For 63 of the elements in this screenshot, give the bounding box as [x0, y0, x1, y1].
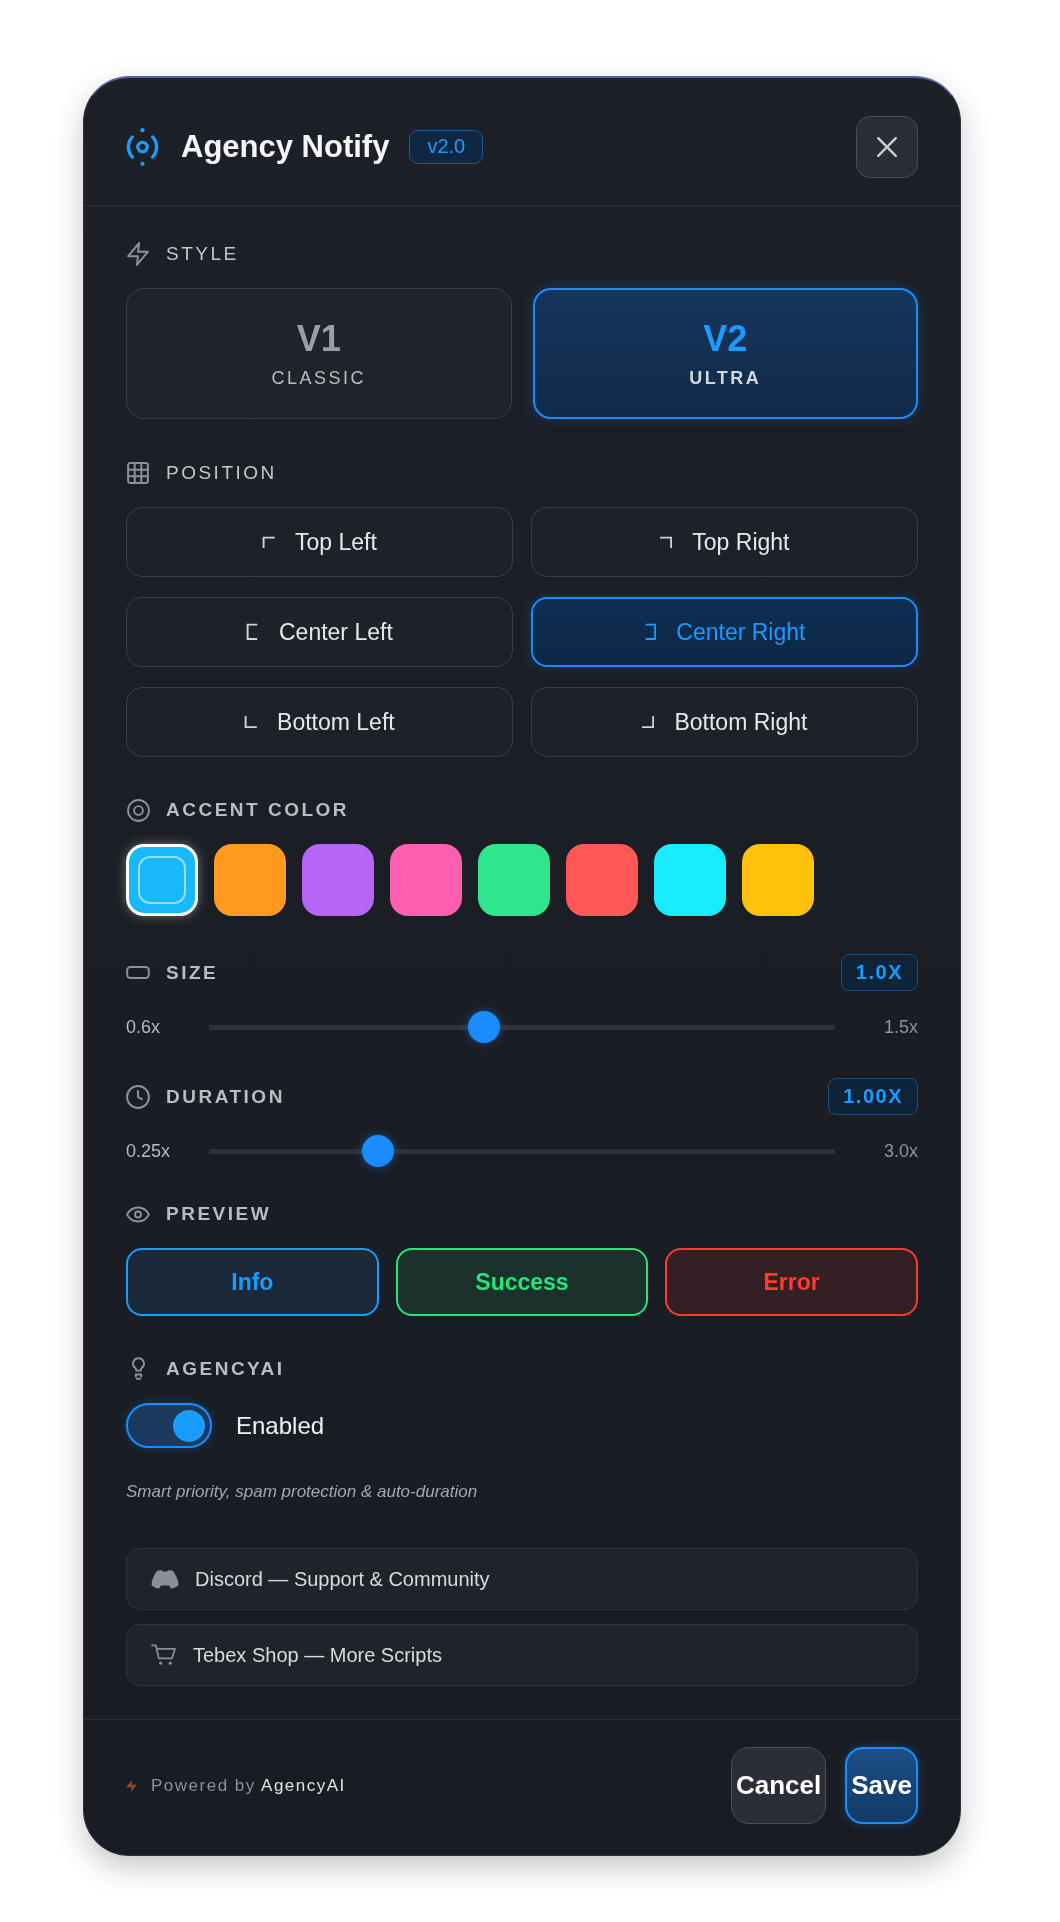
slider-thumb[interactable]	[362, 1135, 394, 1167]
value-badge: 1.0X	[840, 954, 918, 991]
value-badge: 1.00X	[828, 1078, 918, 1115]
position-option[interactable]: Center Left	[126, 597, 513, 667]
min-label: 0.25x	[126, 1140, 172, 1162]
slider-thumb[interactable]	[468, 1011, 501, 1043]
style-option[interactable]: V1 CLASSIC	[126, 288, 512, 419]
position-option[interactable]: Top Left	[126, 507, 513, 577]
clock-icon	[126, 1084, 150, 1109]
section-label: AGENCYAI	[166, 1357, 285, 1381]
save-button[interactable]: Save	[845, 1747, 918, 1824]
link-button[interactable]: Discord — Support & Community	[126, 1548, 918, 1610]
style-option[interactable]: V2 ULTRA	[532, 288, 918, 419]
preview-button[interactable]: Success	[395, 1248, 649, 1316]
section-label: ACCENT COLOR	[166, 798, 350, 822]
bolt-icon	[127, 242, 149, 266]
corner-icon	[659, 535, 673, 549]
link-button[interactable]: Tebex Shop — More Scripts	[126, 1624, 918, 1686]
max-label: 3.0x	[882, 1140, 918, 1162]
corner-icon	[244, 715, 258, 729]
section-label: PREVIEW	[166, 1202, 272, 1226]
color-swatch-icon[interactable]	[654, 844, 726, 916]
cart-icon	[151, 1644, 177, 1666]
toggle-label: Enabled	[236, 1411, 325, 1440]
preview-button[interactable]: Error	[665, 1248, 918, 1316]
target-icon	[126, 798, 150, 822]
color-swatch-icon[interactable]	[566, 844, 638, 916]
corner-icon	[262, 535, 275, 549]
cancel-button[interactable]: Cancel	[731, 1747, 827, 1824]
broadcast-icon	[126, 127, 159, 166]
preview-button[interactable]: Info	[126, 1248, 379, 1316]
bracket-icon	[246, 623, 259, 641]
gamepad-icon	[151, 1569, 179, 1589]
position-option[interactable]: Bottom Left	[126, 687, 513, 757]
section-label: POSITION	[166, 461, 277, 485]
color-swatch-icon[interactable]	[742, 844, 814, 916]
max-label: 1.5x	[882, 1016, 918, 1038]
app-title: Agency Notify	[181, 128, 390, 165]
section-label: SIZE	[166, 960, 219, 985]
eye-icon	[126, 1205, 150, 1223]
color-swatch-icon[interactable]	[126, 844, 198, 916]
color-swatch-icon[interactable]	[214, 844, 286, 916]
lightbulb-icon	[131, 1357, 145, 1381]
close-icon	[876, 135, 898, 158]
grid-icon	[127, 462, 149, 484]
position-option[interactable]: Bottom Right	[531, 687, 918, 757]
color-swatch-icon[interactable]	[478, 844, 550, 916]
min-label: 0.6x	[126, 1016, 162, 1038]
description-text: Smart priority, spam protection & auto-duration	[126, 1481, 479, 1503]
bracket-icon	[643, 623, 657, 641]
section-label: DURATION	[166, 1084, 285, 1109]
position-option[interactable]: Top Right	[531, 507, 918, 577]
rectangle-icon	[126, 966, 150, 979]
color-swatch-icon[interactable]	[390, 844, 462, 916]
toggle-switch[interactable]	[126, 1403, 212, 1448]
position-option[interactable]: Center Right	[531, 597, 918, 667]
close-button[interactable]	[856, 115, 918, 178]
corner-icon	[641, 715, 655, 729]
bolt-icon	[126, 1778, 137, 1793]
section-label: STYLE	[166, 242, 239, 266]
color-swatch-icon[interactable]	[302, 844, 374, 916]
version-badge: v2.0	[409, 129, 484, 164]
powered-by-text: Powered by AgencyAI	[151, 1775, 346, 1796]
